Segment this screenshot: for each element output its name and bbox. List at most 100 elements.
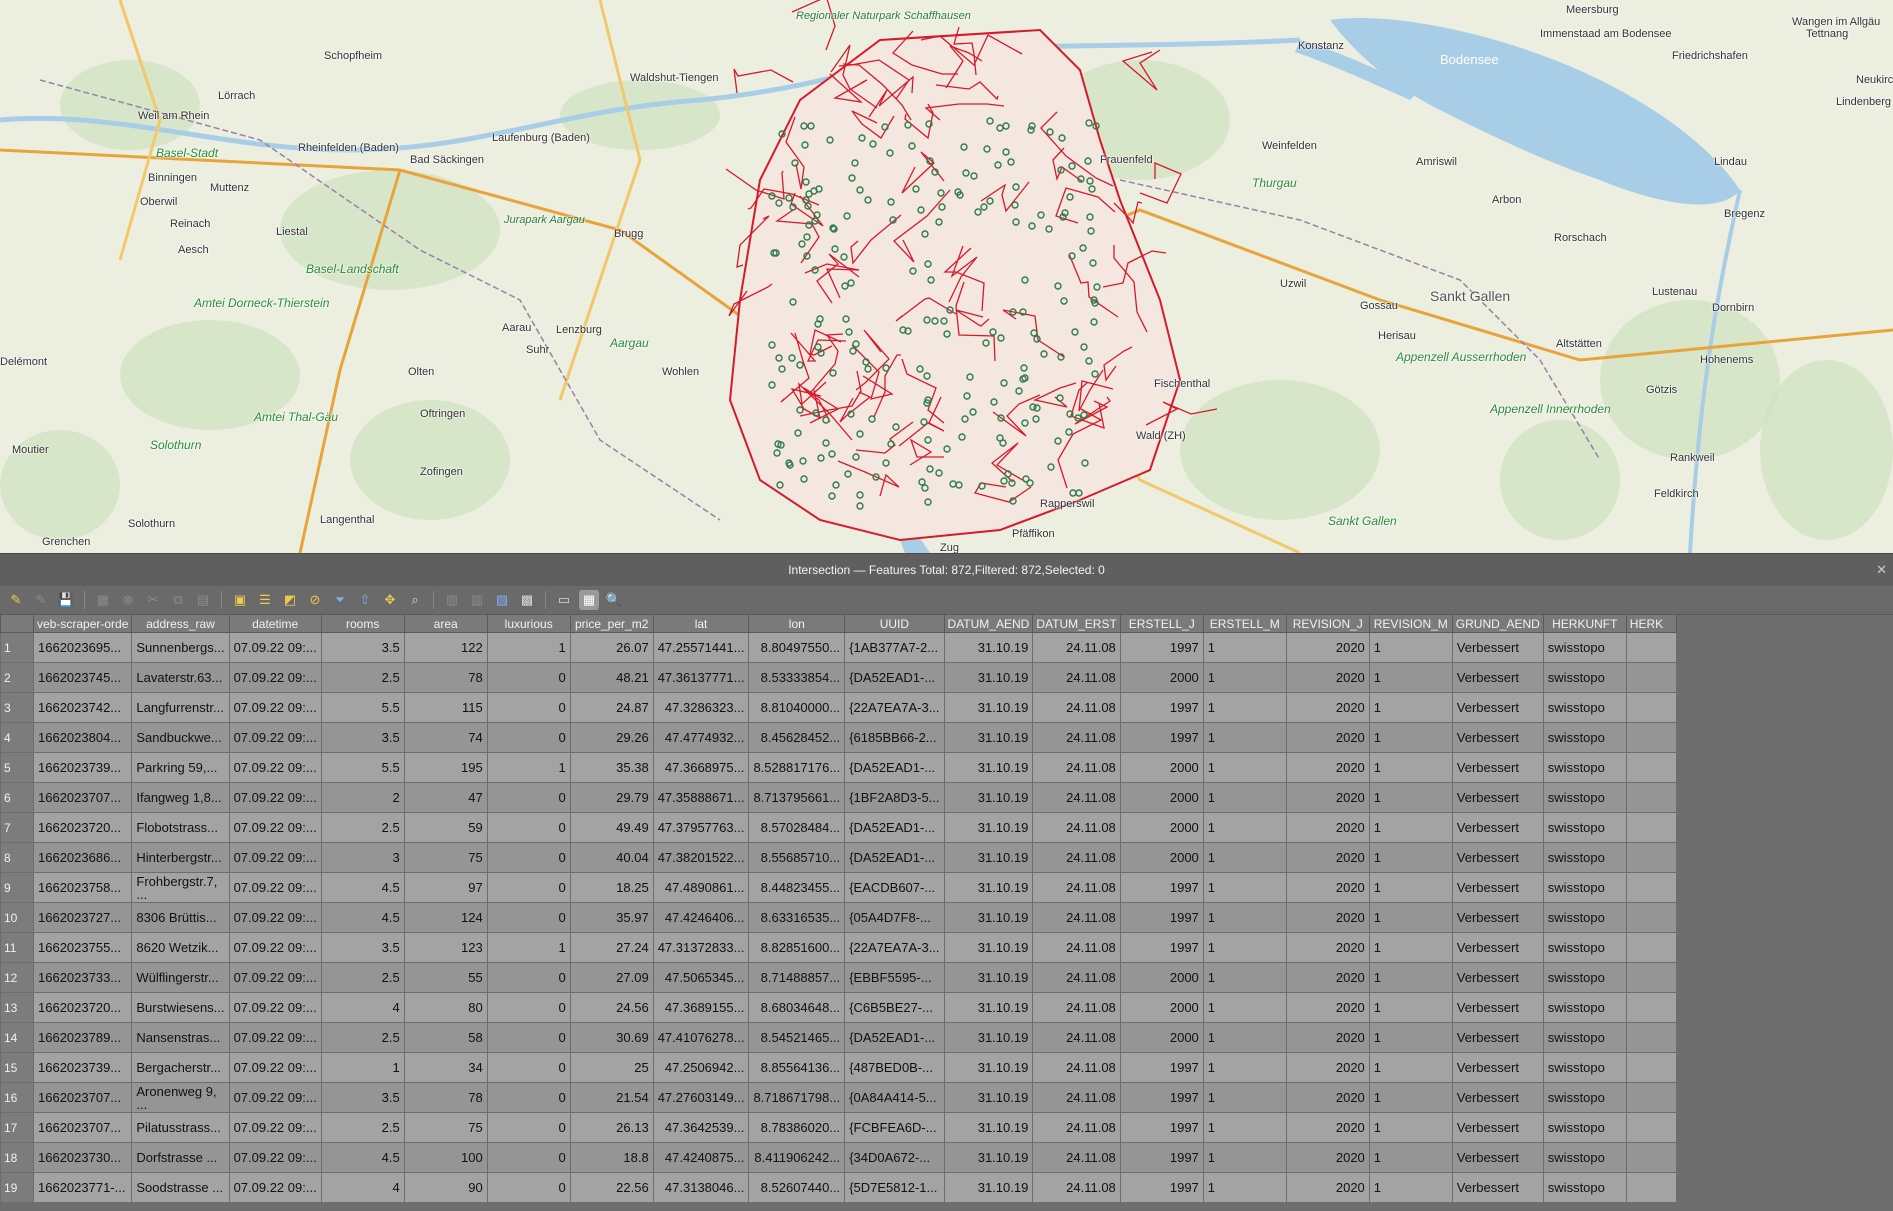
table-cell[interactable]: 115 [403,692,488,723]
table-cell[interactable]: 47.4246406... [652,902,750,933]
table-cell[interactable]: 18.8 [569,1142,654,1173]
table-cell[interactable]: 58 [403,1022,488,1053]
table-cell[interactable]: 1 [1202,872,1287,903]
table-cell[interactable]: {EACDB607-... [844,872,945,903]
field-calculator-icon[interactable]: ▨ [492,590,512,610]
table-row[interactable]: 11 1662023755... 8620 Wetzik... 07.09.22 09… [0,932,1677,963]
table-cell[interactable]: Verbessert [1451,932,1544,963]
table-cell[interactable]: 24.11.08 [1032,812,1121,843]
table-cell[interactable]: 0 [486,1022,571,1053]
table-cell[interactable]: 1 [1202,842,1287,873]
table-cell[interactable]: swisstopo [1542,1112,1627,1143]
table-cell[interactable]: 4 [320,1172,405,1203]
map-canvas[interactable]: Regionaler Naturpark Schaffhausen Bodense… [0,0,1893,553]
table-cell[interactable]: 47.27603149... [652,1082,750,1113]
table-cell[interactable]: 1662023739... [32,1052,133,1083]
table-cell[interactable]: 8.45628452... [748,722,846,753]
table-cell[interactable]: 2000 [1119,782,1204,813]
table-cell[interactable]: Verbessert [1451,902,1544,933]
table-cell[interactable]: 0 [486,692,571,723]
close-icon[interactable]: ✕ [1876,554,1887,586]
table-cell[interactable]: 0 [486,872,571,903]
table-row[interactable]: 7 1662023720... Flobotstrass... 07.09.22 09… [0,812,1677,843]
table-cell[interactable]: Verbessert [1451,692,1544,723]
table-cell[interactable]: 2020 [1285,632,1370,663]
table-cell[interactable]: 31.10.19 [943,1142,1034,1173]
table-cell[interactable]: 1 [1368,1022,1453,1053]
table-cell[interactable]: Verbessert [1451,872,1544,903]
table-cell[interactable]: 2.5 [320,1022,405,1053]
row-number[interactable]: 15 [0,1052,34,1083]
table-cell[interactable]: 35.97 [569,902,654,933]
table-cell[interactable]: 1 [1368,632,1453,663]
table-cell[interactable]: 122 [403,632,488,663]
table-cell[interactable]: 1662023707... [32,782,133,813]
dock-icon[interactable]: ▭ [554,590,574,610]
table-cell[interactable]: Verbessert [1451,1112,1544,1143]
select-by-expression-icon[interactable]: ▣ [230,590,250,610]
table-cell[interactable]: 18.25 [569,872,654,903]
table-cell[interactable]: Verbessert [1451,632,1544,663]
table-cell[interactable]: 1 [1202,902,1287,933]
column-header[interactable]: REVISION_M [1368,614,1453,633]
table-cell[interactable]: 5.5 [320,752,405,783]
table-cell[interactable]: Verbessert [1451,752,1544,783]
table-cell[interactable]: 1662023707... [32,1082,133,1113]
table-cell[interactable]: 31.10.19 [943,1112,1034,1143]
table-cell[interactable]: 24.11.08 [1032,632,1121,663]
table-cell[interactable]: 2020 [1285,872,1370,903]
table-cell[interactable]: 0 [486,662,571,693]
table-cell[interactable]: 31.10.19 [943,812,1034,843]
table-cell[interactable]: 31.10.19 [943,782,1034,813]
cut-icon[interactable]: ✂ [143,590,163,610]
toggle-editing-icon[interactable]: ✎ [6,590,26,610]
table-cell[interactable]: 24.11.08 [1032,842,1121,873]
table-cell[interactable]: 1 [1368,932,1453,963]
table-cell[interactable]: 1662023758... [32,872,133,903]
copy-icon[interactable]: ⧉ [168,590,188,610]
table-cell[interactable]: 47.4240875... [652,1142,750,1173]
table-cell[interactable]: 1 [1368,812,1453,843]
table-cell[interactable]: 2020 [1285,1142,1370,1173]
table-cell[interactable] [1625,722,1677,753]
table-row[interactable]: 15 1662023739... Bergacherstr... 07.09.22 0… [0,1052,1677,1083]
table-cell[interactable]: 2020 [1285,1022,1370,1053]
table-cell[interactable]: 1 [1202,1022,1287,1053]
table-cell[interactable]: 29.26 [569,722,654,753]
column-header[interactable]: rooms [320,614,405,633]
table-cell[interactable]: 24.11.08 [1032,782,1121,813]
table-cell[interactable]: 78 [403,1082,488,1113]
table-cell[interactable]: 29.79 [569,782,654,813]
table-cell[interactable]: Verbessert [1451,1052,1544,1083]
table-cell[interactable]: 1662023745... [32,662,133,693]
table-cell[interactable]: Sunnenbergs... [131,632,230,663]
table-cell[interactable]: 2020 [1285,902,1370,933]
table-cell[interactable]: 07.09.22 09:... [228,782,322,813]
table-cell[interactable]: 75 [403,1112,488,1143]
row-number[interactable]: 18 [0,1142,34,1173]
table-row[interactable]: 12 1662023733... Wülflingerstr... 07.09.22 … [0,962,1677,993]
table-cell[interactable]: 1 [1368,1172,1453,1203]
table-cell[interactable]: Ifangweg 1,8... [131,782,230,813]
table-cell[interactable]: swisstopo [1542,962,1627,993]
table-cell[interactable]: 2020 [1285,1112,1370,1143]
table-cell[interactable]: Verbessert [1451,722,1544,753]
table-cell[interactable]: swisstopo [1542,722,1627,753]
table-cell[interactable] [1625,992,1677,1023]
table-cell[interactable]: 1997 [1119,1082,1204,1113]
table-cell[interactable]: 1 [486,752,571,783]
add-feature-icon[interactable]: ▦ [93,590,113,610]
table-row[interactable]: 8 1662023686... Hinterbergstr... 07.09.22 0… [0,842,1677,873]
table-cell[interactable]: 1 [1202,812,1287,843]
table-cell[interactable]: 47.38201522... [652,842,750,873]
table-cell[interactable]: Bergacherstr... [131,1052,230,1083]
table-cell[interactable] [1625,1052,1677,1083]
table-cell[interactable]: Burstwiesens... [131,992,230,1023]
table-cell[interactable]: 07.09.22 09:... [228,1052,322,1083]
table-cell[interactable]: swisstopo [1542,1052,1627,1083]
table-cell[interactable]: 31.10.19 [943,1082,1034,1113]
row-number[interactable]: 2 [0,662,34,693]
table-cell[interactable]: 1 [1368,1112,1453,1143]
zoom-to-selection-icon[interactable]: ⌕ [405,590,425,610]
table-cell[interactable]: 1662023755... [32,932,133,963]
